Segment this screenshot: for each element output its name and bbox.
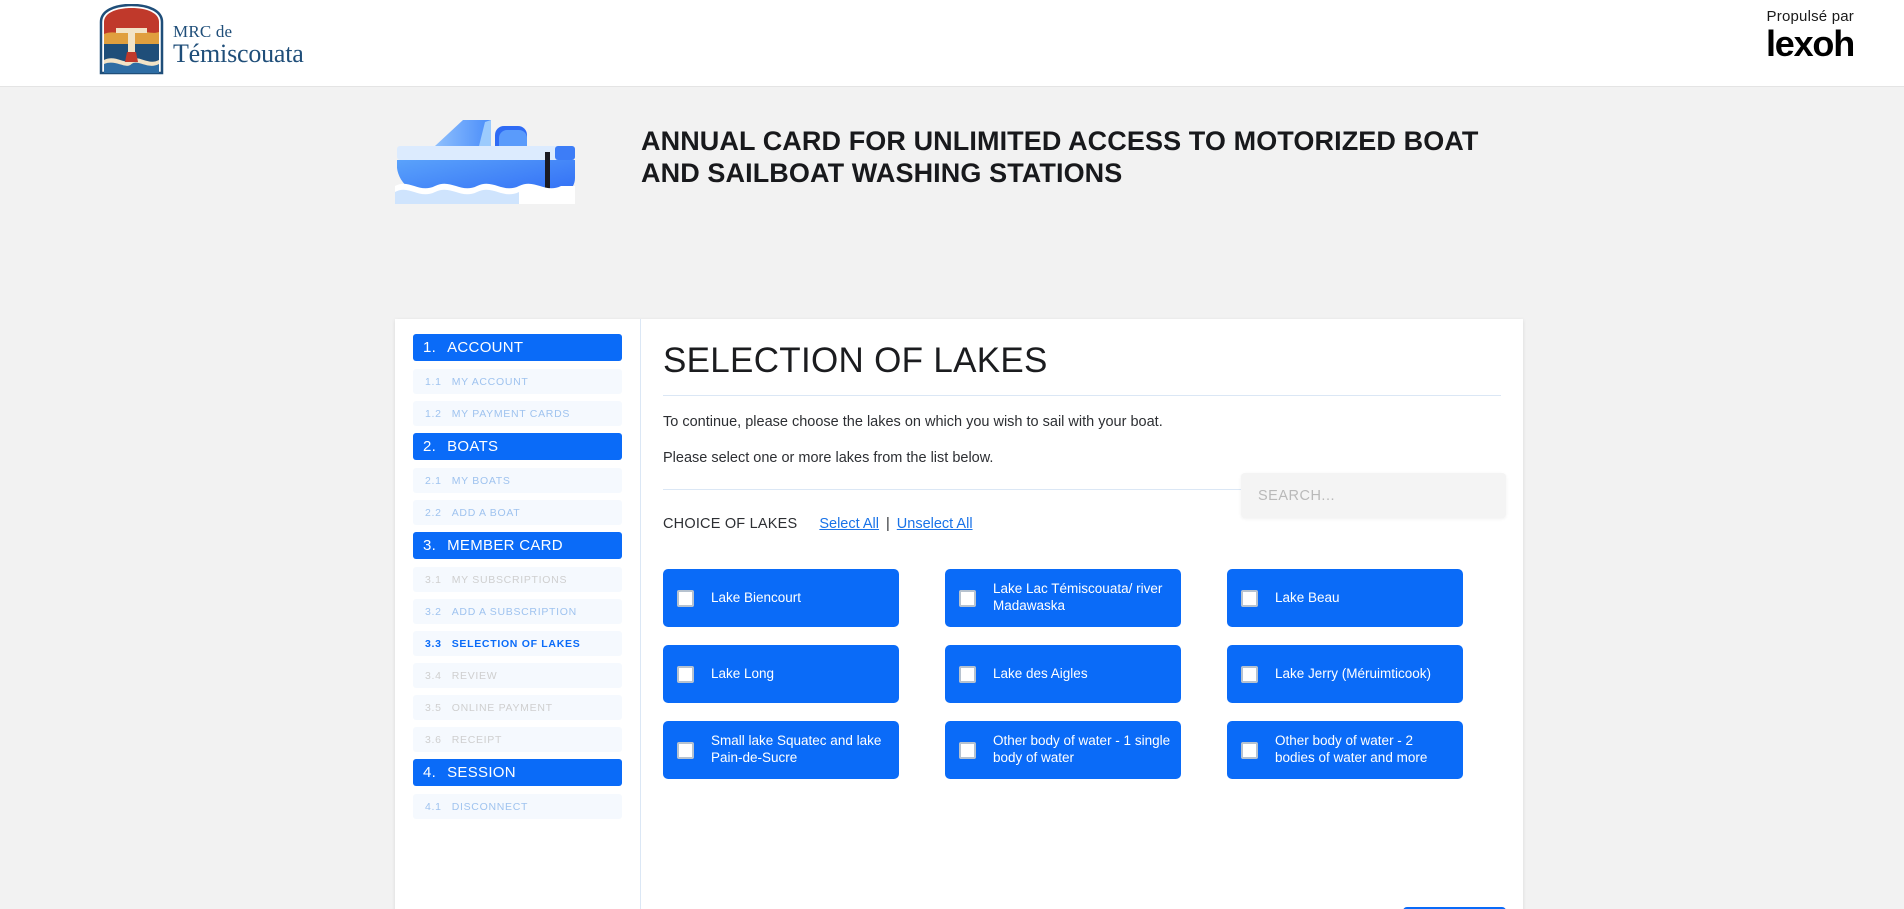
sidebar-item-add-a-subscription[interactable]: 3.2 ADD A SUBSCRIPTION (413, 599, 622, 624)
sidebar-item-number: 3.5 (425, 701, 442, 714)
sidebar-item-number: 3.3 (425, 637, 442, 650)
sidebar-section-number: 1. (423, 339, 437, 356)
lake-card-temiscouata-madawaska[interactable]: Lake Lac Témiscouata/ river Madawaska (945, 569, 1181, 627)
logo-wordmark: MRC de Témiscouata (173, 13, 304, 67)
sidebar-item-number: 2.1 (425, 474, 442, 487)
sidebar-section-session[interactable]: 4. SESSION (413, 759, 622, 786)
sidebar-item-label: MY PAYMENT CARDS (451, 407, 571, 420)
sidebar-item-label: MY SUBSCRIPTIONS (451, 573, 568, 586)
sidebar-item-review[interactable]: 3.4 REVIEW (413, 663, 622, 688)
lake-label: Small lake Squatec and lake Pain-de-Sucr… (711, 733, 882, 765)
sidebar-section-label: MEMBER CARD (447, 537, 563, 554)
sidebar-item-online-payment[interactable]: 3.5 ONLINE PAYMENT (413, 695, 622, 720)
lake-label: Other body of water - 2 bodies of water … (1275, 733, 1428, 765)
sidebar-item-number: 1.1 (425, 375, 442, 388)
lexoh-logo-text: lexoh (1765, 23, 1855, 64)
logo-line-mrc: MRC de (173, 22, 233, 41)
sidebar-item-receipt[interactable]: 3.6 RECEIPT (413, 727, 622, 752)
unselect-all-link[interactable]: Unselect All (897, 516, 973, 532)
lake-label: Lake Jerry (Méruimticook) (1275, 665, 1432, 681)
sidebar-item-number: 1.2 (425, 407, 442, 420)
sidebar-item-label: MY ACCOUNT (451, 375, 529, 388)
lake-card-beau[interactable]: Lake Beau (1227, 569, 1463, 627)
page-title: SELECTION OF LAKES (663, 341, 1048, 380)
sidebar-item-my-account[interactable]: 1.1 MY ACCOUNT (413, 369, 622, 394)
lake-label: Lake Biencourt (711, 589, 802, 605)
lake-card-jerry-meruimticook[interactable]: Lake Jerry (Méruimticook) (1227, 645, 1463, 703)
sidebar-item-label: REVIEW (451, 669, 498, 682)
powered-by-block: Propulsé par lexoh (1765, 8, 1855, 64)
sidebar-section-label: ACCOUNT (447, 339, 524, 356)
select-all-link[interactable]: Select All (819, 516, 879, 532)
lake-checkbox[interactable] (959, 741, 976, 759)
sidebar-item-add-a-boat[interactable]: 2.2 ADD A BOAT (413, 500, 622, 525)
sidebar-item-label: ADD A SUBSCRIPTION (451, 605, 577, 618)
content-area: SELECTION OF LAKES To continue, please c… (641, 319, 1523, 909)
lake-label: Other body of water - 1 single body of w… (993, 733, 1171, 765)
search-input[interactable] (1241, 473, 1506, 518)
intro-text-1: To continue, please choose the lakes on … (663, 414, 1163, 430)
lake-card-biencourt[interactable]: Lake Biencourt (663, 569, 899, 627)
sidebar-section-account[interactable]: 1. ACCOUNT (413, 334, 622, 361)
lake-checkbox[interactable] (677, 589, 694, 607)
motorboat-illustration-icon (395, 119, 575, 204)
lake-label: Lake Lac Témiscouata/ river Madawaska (993, 581, 1163, 613)
sidebar-section-member-card[interactable]: 3. MEMBER CARD (413, 532, 622, 559)
sidebar-item-number: 3.4 (425, 669, 442, 682)
lake-checkbox[interactable] (677, 741, 694, 759)
sidebar-section-label: SESSION (447, 764, 516, 781)
sidebar-item-number: 3.1 (425, 573, 442, 586)
sidebar-section-boats[interactable]: 2. BOATS (413, 433, 622, 460)
lake-checkbox[interactable] (1241, 589, 1258, 607)
lake-card-squatec-pain-de-sucre[interactable]: Small lake Squatec and lake Pain-de-Sucr… (663, 721, 899, 779)
sidebar-section-number: 3. (423, 537, 437, 554)
lake-label: Lake Long (711, 665, 775, 681)
sidebar-item-label: ADD A BOAT (451, 506, 521, 519)
page-body: ANNUAL CARD FOR UNLIMITED ACCESS TO MOTO… (0, 87, 1904, 909)
sidebar-section-number: 2. (423, 438, 437, 455)
sidebar-item-my-boats[interactable]: 2.1 MY BOATS (413, 468, 622, 493)
intro-text-2: Please select one or more lakes from the… (663, 450, 994, 466)
sidebar-section-label: BOATS (447, 438, 499, 455)
sidebar-item-label: ONLINE PAYMENT (451, 701, 553, 714)
lake-checkbox[interactable] (677, 665, 694, 683)
sidebar-section-number: 4. (423, 764, 437, 781)
sidebar-item-label: MY BOATS (451, 474, 511, 487)
lake-checkbox[interactable] (959, 589, 976, 607)
choice-of-lakes-label: CHOICE OF LAKES (663, 516, 798, 532)
lake-card-long[interactable]: Lake Long (663, 645, 899, 703)
lake-label: Lake Beau (1275, 589, 1340, 605)
main-panel: 1. ACCOUNT 1.1 MY ACCOUNT 1.2 MY PAYMENT… (395, 319, 1523, 909)
lake-selection-grid: Lake Biencourt Lake Lac Témiscouata/ riv… (663, 569, 1501, 779)
title-divider (663, 395, 1501, 396)
lake-card-other-body-of-water-1[interactable]: Other body of water - 1 single body of w… (945, 721, 1181, 779)
logo-line-temiscouata: Témiscouata (173, 39, 304, 68)
sidebar-item-number: 3.6 (425, 733, 442, 746)
sidebar-item-number: 2.2 (425, 506, 442, 519)
wizard-sidebar: 1. ACCOUNT 1.1 MY ACCOUNT 1.2 MY PAYMENT… (395, 319, 641, 909)
lake-checkbox[interactable] (1241, 665, 1258, 683)
sidebar-item-my-subscriptions[interactable]: 3.1 MY SUBSCRIPTIONS (413, 567, 622, 592)
sidebar-item-number: 3.2 (425, 605, 442, 618)
sidebar-item-disconnect[interactable]: 4.1 DISCONNECT (413, 794, 622, 819)
lake-card-other-body-of-water-2[interactable]: Other body of water - 2 bodies of water … (1227, 721, 1463, 779)
mrc-temiscouata-logo[interactable]: MRC de Témiscouata (98, 3, 304, 77)
lake-checkbox[interactable] (1241, 741, 1258, 759)
lake-label: Lake des Aigles (993, 665, 1088, 681)
top-header-bar: MRC de Témiscouata Propulsé par lexoh (0, 0, 1904, 87)
link-separator: | (886, 516, 890, 532)
lake-card-des-aigles[interactable]: Lake des Aigles (945, 645, 1181, 703)
sidebar-item-label: SELECTION OF LAKES (451, 637, 581, 650)
banner-title: ANNUAL CARD FOR UNLIMITED ACCESS TO MOTO… (641, 126, 1479, 188)
sidebar-item-my-payment-cards[interactable]: 1.2 MY PAYMENT CARDS (413, 401, 622, 426)
sidebar-item-number: 4.1 (425, 800, 442, 813)
sidebar-item-selection-of-lakes[interactable]: 3.3 SELECTION OF LAKES (413, 631, 622, 656)
mrc-crest-icon (99, 4, 164, 75)
sidebar-item-label: DISCONNECT (451, 800, 529, 813)
sidebar-item-label: RECEIPT (451, 733, 503, 746)
page-banner: ANNUAL CARD FOR UNLIMITED ACCESS TO MOTO… (395, 105, 1525, 210)
lake-checkbox[interactable] (959, 665, 976, 683)
